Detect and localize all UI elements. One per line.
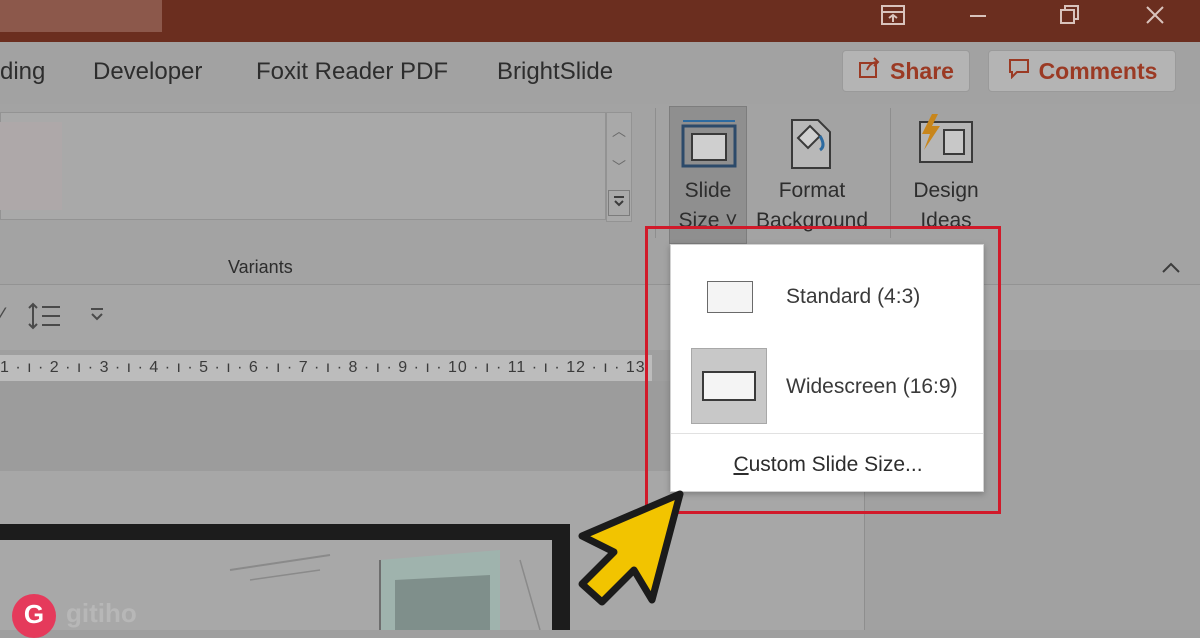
line-spacing-icon[interactable] [28, 301, 62, 336]
share-icon [858, 57, 882, 85]
collapse-ribbon-icon[interactable] [1160, 258, 1182, 281]
group-label-variants: Variants [228, 257, 293, 277]
variants-gallery[interactable] [0, 112, 606, 220]
group-divider [655, 108, 656, 238]
comments-button[interactable]: Comments [988, 50, 1176, 92]
chevron-down-icon[interactable]: ﹀ [606, 154, 632, 180]
variant-thumbnail[interactable] [0, 122, 62, 210]
slide-size-icon [679, 118, 739, 175]
chevron-up-icon[interactable]: ︿ [606, 118, 632, 144]
more-variants-icon[interactable] [608, 190, 630, 216]
tab-recording[interactable]: ding [0, 58, 45, 86]
restore-icon[interactable] [1046, 0, 1092, 42]
slide-size-label: Slide [684, 179, 732, 202]
text-direction-icon[interactable]: ⁄ [0, 303, 4, 329]
brand-logo: G [12, 594, 56, 638]
annotation-highlight-box [645, 226, 1001, 514]
horizontal-ruler: 1 · ı · 2 · ı · 3 · ı · 4 · ı · 5 · ı · … [0, 355, 652, 381]
customize-toolbar-icon[interactable] [88, 305, 106, 328]
ribbon-display-icon[interactable] [870, 0, 916, 42]
design-ideas-button[interactable] [900, 108, 992, 243]
minimize-icon[interactable] [955, 0, 1001, 42]
formatting-toolbar: ⁄ [0, 284, 1200, 350]
tab-brightslide[interactable]: BrightSlide [497, 58, 613, 86]
share-label: Share [890, 57, 954, 84]
format-background-button[interactable] [755, 108, 873, 243]
watermark-text: gitiho [66, 598, 137, 628]
annotation-arrow-icon [568, 488, 698, 617]
title-bar-app-area [0, 0, 162, 32]
tab-developer[interactable]: Developer [93, 58, 202, 86]
share-button[interactable]: Share [842, 50, 970, 92]
comment-icon [1007, 57, 1031, 85]
close-icon[interactable] [1132, 0, 1178, 42]
comments-label: Comments [1038, 57, 1158, 84]
title-bar [0, 0, 1200, 42]
tab-foxit-reader-pdf[interactable]: Foxit Reader PDF [256, 58, 448, 86]
group-divider [890, 108, 891, 238]
